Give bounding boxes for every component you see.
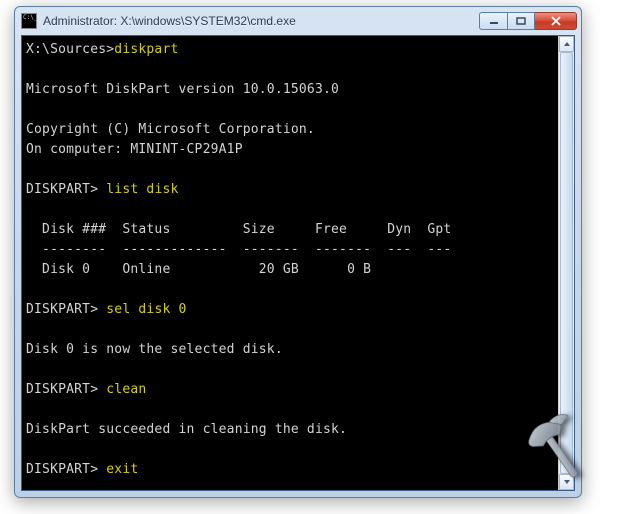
window-controls bbox=[479, 12, 577, 30]
client-area: X:\Sources>diskpart Microsoft DiskPart v… bbox=[21, 35, 575, 491]
prompt: X:\Sources> bbox=[26, 42, 114, 57]
output-line: Copyright (C) Microsoft Corporation. bbox=[26, 122, 315, 137]
command: list disk bbox=[106, 182, 178, 197]
vertical-scrollbar[interactable] bbox=[558, 36, 574, 490]
maximize-icon bbox=[516, 17, 526, 25]
scroll-thumb[interactable] bbox=[560, 52, 573, 474]
output-line: DiskPart succeeded in cleaning the disk. bbox=[26, 422, 347, 437]
command: diskpart bbox=[114, 42, 178, 57]
command: sel disk 0 bbox=[106, 302, 186, 317]
close-button[interactable] bbox=[535, 12, 577, 30]
chevron-down-icon bbox=[563, 479, 571, 485]
window-frame: Administrator: X:\windows\SYSTEM32\cmd.e… bbox=[14, 6, 582, 498]
chevron-up-icon bbox=[563, 41, 571, 47]
output-line: Disk 0 is now the selected disk. bbox=[26, 342, 283, 357]
window-title: Administrator: X:\windows\SYSTEM32\cmd.e… bbox=[43, 14, 473, 28]
table-divider: -------- ------------- ------- ------- -… bbox=[26, 242, 451, 257]
minimize-button[interactable] bbox=[479, 12, 507, 30]
maximize-button[interactable] bbox=[507, 12, 535, 30]
minimize-icon bbox=[489, 17, 499, 25]
output-line: Microsoft DiskPart version 10.0.15063.0 bbox=[26, 82, 339, 97]
table-row: Disk 0 Online 20 GB 0 B bbox=[26, 262, 371, 277]
scroll-up-button[interactable] bbox=[559, 36, 574, 52]
close-icon bbox=[550, 16, 562, 26]
prompt: DISKPART> bbox=[26, 462, 106, 477]
command: exit bbox=[106, 462, 138, 477]
prompt: DISKPART> bbox=[26, 382, 106, 397]
titlebar[interactable]: Administrator: X:\windows\SYSTEM32\cmd.e… bbox=[15, 7, 581, 35]
terminal-output[interactable]: X:\Sources>diskpart Microsoft DiskPart v… bbox=[22, 36, 558, 490]
prompt: DISKPART> bbox=[26, 302, 106, 317]
scroll-track[interactable] bbox=[559, 52, 574, 474]
scroll-down-button[interactable] bbox=[559, 474, 574, 490]
table-header: Disk ### Status Size Free Dyn Gpt bbox=[26, 222, 451, 237]
cmd-icon bbox=[21, 13, 37, 29]
prompt: DISKPART> bbox=[26, 182, 106, 197]
output-line: On computer: MININT-CP29A1P bbox=[26, 142, 243, 157]
command: clean bbox=[106, 382, 146, 397]
